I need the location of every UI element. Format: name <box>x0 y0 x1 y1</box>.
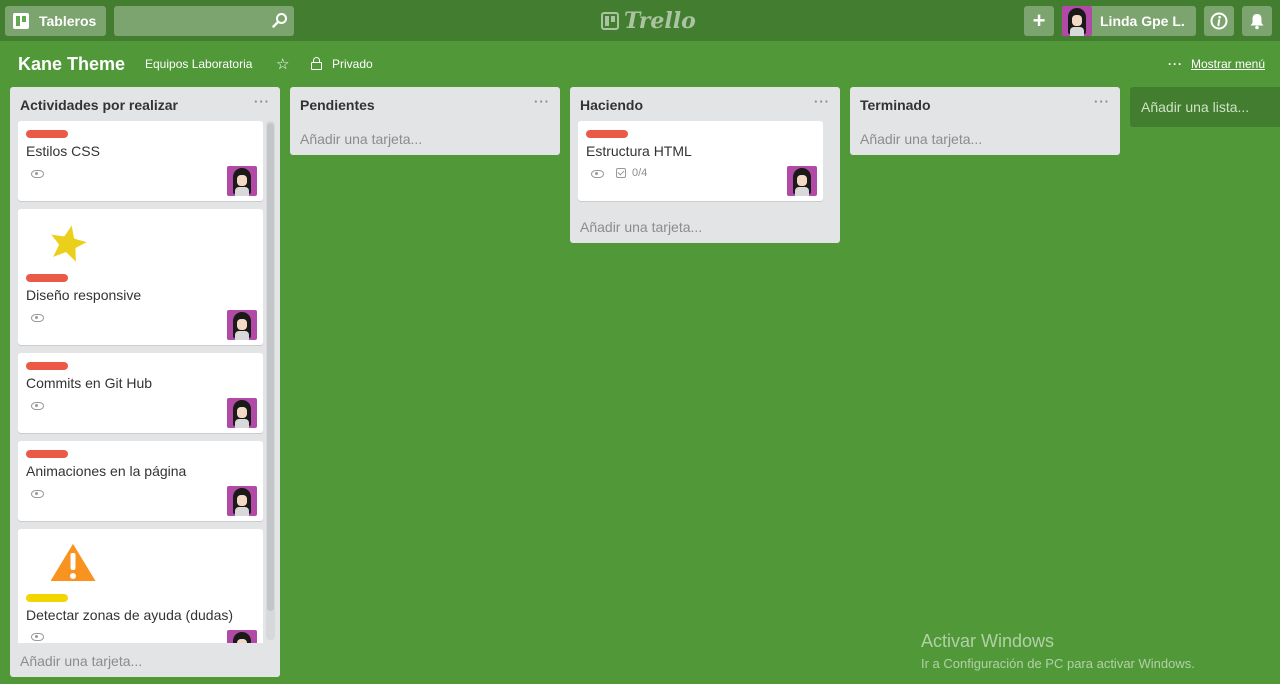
avatar <box>1062 6 1092 36</box>
list-menu-icon[interactable]: ··· <box>254 94 270 109</box>
card-label <box>26 362 68 370</box>
show-menu-label: Mostrar menú <box>1191 57 1266 71</box>
watermark-subtitle: Ir a Configuración de PC para activar Wi… <box>921 656 1195 671</box>
list-title[interactable]: Actividades por realizar <box>20 97 178 113</box>
add-button[interactable]: + <box>1024 6 1054 36</box>
list-title[interactable]: Terminado <box>860 97 931 113</box>
logo-text: Trello <box>624 8 696 34</box>
list-menu-icon[interactable]: ··· <box>534 94 550 109</box>
card-label <box>26 274 68 282</box>
add-card-button[interactable]: Añadir una tarjeta... <box>290 121 560 155</box>
avatar[interactable] <box>227 398 257 428</box>
add-card-button[interactable]: Añadir una tarjeta... <box>10 643 280 677</box>
star-icon[interactable]: ☆ <box>276 55 289 73</box>
more-icon: ··· <box>1168 57 1183 71</box>
boards-label: Tableros <box>39 13 97 29</box>
card-commits[interactable]: Commits en Git Hub <box>18 353 263 433</box>
list-terminado: Terminado ··· Añadir una tarjeta... <box>850 87 1120 155</box>
user-name: Linda Gpe L. <box>1100 13 1185 29</box>
info-button[interactable] <box>1204 6 1234 36</box>
eye-icon <box>31 314 44 322</box>
list-haciendo: Haciendo ··· Estructura HTML 0/4 Añadir … <box>570 87 840 243</box>
search-icon[interactable] <box>272 12 288 28</box>
card-title: Diseño responsive <box>26 287 142 303</box>
card-title: Animaciones en la página <box>26 463 187 479</box>
list-pendientes: Pendientes ··· Añadir una tarjeta... <box>290 87 560 155</box>
search-input[interactable] <box>114 6 294 36</box>
card-title: Estructura HTML <box>586 143 692 159</box>
card-label <box>26 594 68 602</box>
avatar[interactable] <box>787 166 817 196</box>
list-header: Actividades por realizar ··· <box>10 87 280 121</box>
card-estilos-css[interactable]: Estilos CSS <box>18 121 263 201</box>
card-label <box>26 130 68 138</box>
list-menu-icon[interactable]: ··· <box>1094 94 1110 109</box>
privacy-label: Privado <box>332 57 373 71</box>
list-menu-icon[interactable]: ··· <box>814 94 830 109</box>
show-menu-link[interactable]: ··· Mostrar menú <box>1168 57 1265 71</box>
notifications-button[interactable] <box>1242 6 1272 36</box>
list-title[interactable]: Pendientes <box>300 97 375 113</box>
avatar[interactable] <box>227 166 257 196</box>
checklist-count: 0/4 <box>632 167 648 179</box>
card-label <box>26 450 68 458</box>
checklist-icon <box>616 168 626 178</box>
card-estructura-html[interactable]: Estructura HTML 0/4 <box>578 121 823 201</box>
add-list-button[interactable]: Añadir una lista... <box>1130 87 1280 127</box>
card-title: Detectar zonas de ayuda (dudas) <box>26 607 234 623</box>
card-diseno-responsive[interactable]: Diseño responsive <box>18 209 263 345</box>
watermark-title: Activar Windows <box>921 631 1055 651</box>
boards-icon <box>13 13 29 29</box>
plus-icon: + <box>1032 8 1046 33</box>
board-title[interactable]: Kane Theme <box>18 54 125 75</box>
avatar[interactable] <box>227 630 257 643</box>
card-animaciones[interactable]: Animaciones en la página <box>18 441 263 521</box>
eye-icon <box>591 170 604 178</box>
card-label <box>586 130 628 138</box>
list-title[interactable]: Haciendo <box>580 97 643 113</box>
trello-logo-icon <box>601 12 619 30</box>
user-menu-button[interactable]: Linda Gpe L. <box>1062 6 1196 36</box>
card-container: Estilos CSS Diseño responsive Commits en… <box>10 121 280 643</box>
privacy-button[interactable]: Privado <box>311 56 373 71</box>
eye-icon <box>31 633 44 641</box>
card-title: Estilos CSS <box>26 143 100 159</box>
list-header: Haciendo ··· <box>570 87 840 121</box>
team-name[interactable]: Equipos Laboratoria <box>145 57 252 71</box>
trello-logo[interactable]: Trello <box>601 8 696 34</box>
avatar[interactable] <box>227 486 257 516</box>
list-header: Pendientes ··· <box>290 87 560 121</box>
list-header: Terminado ··· <box>850 87 1120 121</box>
eye-icon <box>31 402 44 410</box>
checklist-badge: 0/4 <box>616 167 647 179</box>
avatar[interactable] <box>227 310 257 340</box>
windows-activation-watermark: Activar Windows Ir a Configuración de PC… <box>921 631 1195 671</box>
eye-icon <box>31 170 44 178</box>
eye-icon <box>31 490 44 498</box>
add-card-button[interactable]: Añadir una tarjeta... <box>850 121 1120 155</box>
boards-button[interactable]: Tableros <box>5 6 106 36</box>
card-detectar-zonas[interactable]: Detectar zonas de ayuda (dudas) <box>18 529 263 643</box>
bell-icon <box>1250 14 1264 30</box>
add-card-button[interactable]: Añadir una tarjeta... <box>570 209 840 243</box>
top-header: Tableros Trello + Linda Gpe L. <box>0 0 1280 41</box>
lock-icon <box>311 56 322 70</box>
card-title: Commits en Git Hub <box>26 375 153 391</box>
star-icon <box>46 219 93 267</box>
warning-icon <box>45 538 101 585</box>
info-icon <box>1210 12 1228 30</box>
